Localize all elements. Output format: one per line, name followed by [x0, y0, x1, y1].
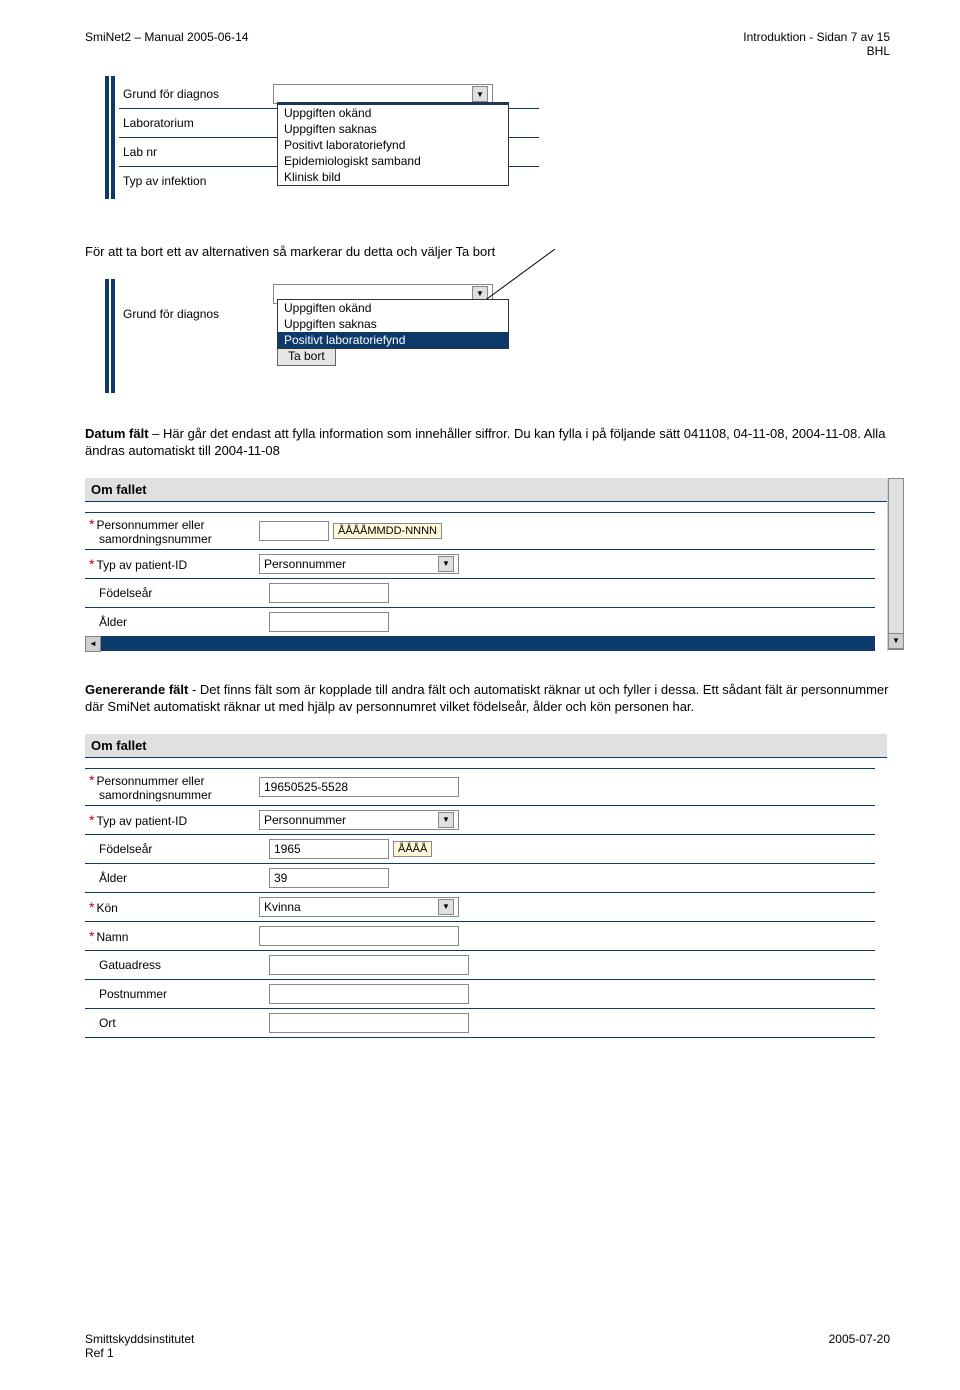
- label-typid2: *Typ av patient-ID: [85, 812, 259, 828]
- para-date-label: Datum fält: [85, 426, 149, 441]
- input-pnr[interactable]: [259, 521, 329, 541]
- input-alder2[interactable]: 39: [269, 868, 389, 888]
- label-lab: Laboratorium: [119, 116, 273, 130]
- para-date-body: – Här går det endast att fylla informati…: [85, 426, 885, 459]
- para-gen-label: Genererande fält: [85, 682, 188, 697]
- scroll-left-icon[interactable]: ◄: [85, 636, 101, 652]
- dropdown-item[interactable]: Uppgiften saknas: [278, 121, 508, 137]
- select-typid2[interactable]: Personnummer▼: [259, 810, 459, 830]
- label-pnr2: *Personnummer eller samordningsnummer: [85, 772, 259, 802]
- dropdown-item[interactable]: Positivt laboratoriefynd: [278, 137, 508, 153]
- label-typinf: Typ av infektion: [119, 174, 273, 188]
- dropdown-item[interactable]: Klinisk bild: [278, 169, 508, 185]
- select-typid[interactable]: Personnummer▼: [259, 554, 459, 574]
- label-pnr: *Personnummer eller samordningsnummer: [85, 516, 259, 546]
- input-pnr2[interactable]: 19650525-5528: [259, 777, 459, 797]
- label-gatu: Gatuadress: [85, 958, 269, 972]
- dropdown-item[interactable]: Uppgiften saknas: [278, 316, 508, 332]
- para-generating-field: Genererande fält - Det finns fält som är…: [85, 681, 890, 716]
- label-ort: Ort: [85, 1016, 269, 1030]
- label-typid: *Typ av patient-ID: [85, 556, 259, 572]
- label-alder2: Ålder: [85, 871, 269, 885]
- select-grund[interactable]: ▼: [273, 84, 493, 104]
- dropdown-item[interactable]: Uppgiften okänd: [278, 105, 508, 121]
- remove-button[interactable]: Ta bort: [277, 346, 336, 366]
- input-namn[interactable]: [259, 926, 459, 946]
- select-kon[interactable]: Kvinna▼: [259, 897, 459, 917]
- scroll-down-icon[interactable]: ▼: [888, 633, 904, 649]
- scrollbar-h[interactable]: ◄: [85, 637, 875, 651]
- section-header: Om fallet: [85, 734, 887, 758]
- dropdown-grund-list[interactable]: Uppgiften okänd Uppgiften saknas Positiv…: [277, 102, 509, 186]
- chevron-down-icon: ▼: [438, 899, 454, 915]
- input-ort[interactable]: [269, 1013, 469, 1033]
- panel-om-fallet-2: Om fallet *Personnummer eller samordning…: [85, 734, 890, 1038]
- label-fodar2: Födelseår: [85, 842, 269, 856]
- para-date-field: Datum fält – Här går det endast att fyll…: [85, 425, 890, 460]
- footer-org: Smittskyddsinstitutet: [85, 1332, 194, 1346]
- panel-om-fallet-1: Om fallet *Personnummer eller samordning…: [85, 478, 888, 651]
- section-header: Om fallet: [85, 478, 887, 502]
- header-right-2: BHL: [743, 44, 890, 58]
- para-remove-alt: För att ta bort ett av alternativen så m…: [85, 243, 890, 261]
- panel-remove: ▼ Grund för diagnos Uppgiften okänd Uppg…: [105, 279, 539, 393]
- dropdown-item[interactable]: Uppgiften okänd: [278, 300, 508, 316]
- hint-pnr-format: ÅÅÅÅMMDD-NNNN: [333, 523, 442, 539]
- input-alder[interactable]: [269, 612, 389, 632]
- hint-year-format: ÅÅÅÅ: [393, 841, 432, 857]
- label-kon: *Kön: [85, 899, 259, 915]
- label-grund: Grund för diagnos: [119, 87, 273, 101]
- label-namn: *Namn: [85, 928, 259, 944]
- footer-ref: Ref 1: [85, 1346, 194, 1360]
- label-fodar: Födelseår: [85, 586, 269, 600]
- input-postnr[interactable]: [269, 984, 469, 1004]
- label-labnr: Lab nr: [119, 145, 273, 159]
- panel-diagnosis: Grund för diagnos ▼ Laboratorium Lab nr …: [105, 76, 539, 199]
- dropdown-item[interactable]: Epidemiologiskt samband: [278, 153, 508, 169]
- label-grund2-text: Grund för diagnos: [119, 307, 273, 321]
- dropdown-item[interactable]: Positivt laboratoriefynd: [278, 332, 508, 348]
- footer-date: 2005-07-20: [829, 1332, 890, 1360]
- para-gen-body: - Det finns fält som är kopplade till an…: [85, 682, 889, 715]
- page-footer: Smittskyddsinstitutet Ref 1 2005-07-20: [85, 1332, 890, 1360]
- input-fodar2[interactable]: 1965: [269, 839, 389, 859]
- page-header: SmiNet2 – Manual 2005-06-14 Introduktion…: [85, 30, 890, 58]
- chevron-down-icon: ▼: [438, 812, 454, 828]
- label-postnr: Postnummer: [85, 987, 269, 1001]
- scrollbar-v[interactable]: ▼: [888, 478, 904, 650]
- label-alder: Ålder: [85, 615, 269, 629]
- input-fodar[interactable]: [269, 583, 389, 603]
- header-left: SmiNet2 – Manual 2005-06-14: [85, 30, 248, 58]
- header-right-1: Introduktion - Sidan 7 av 15: [743, 30, 890, 44]
- input-gatu[interactable]: [269, 955, 469, 975]
- dropdown-remove-list[interactable]: Uppgiften okänd Uppgiften saknas Positiv…: [277, 299, 509, 349]
- chevron-down-icon: ▼: [438, 556, 454, 572]
- chevron-down-icon: ▼: [472, 86, 488, 102]
